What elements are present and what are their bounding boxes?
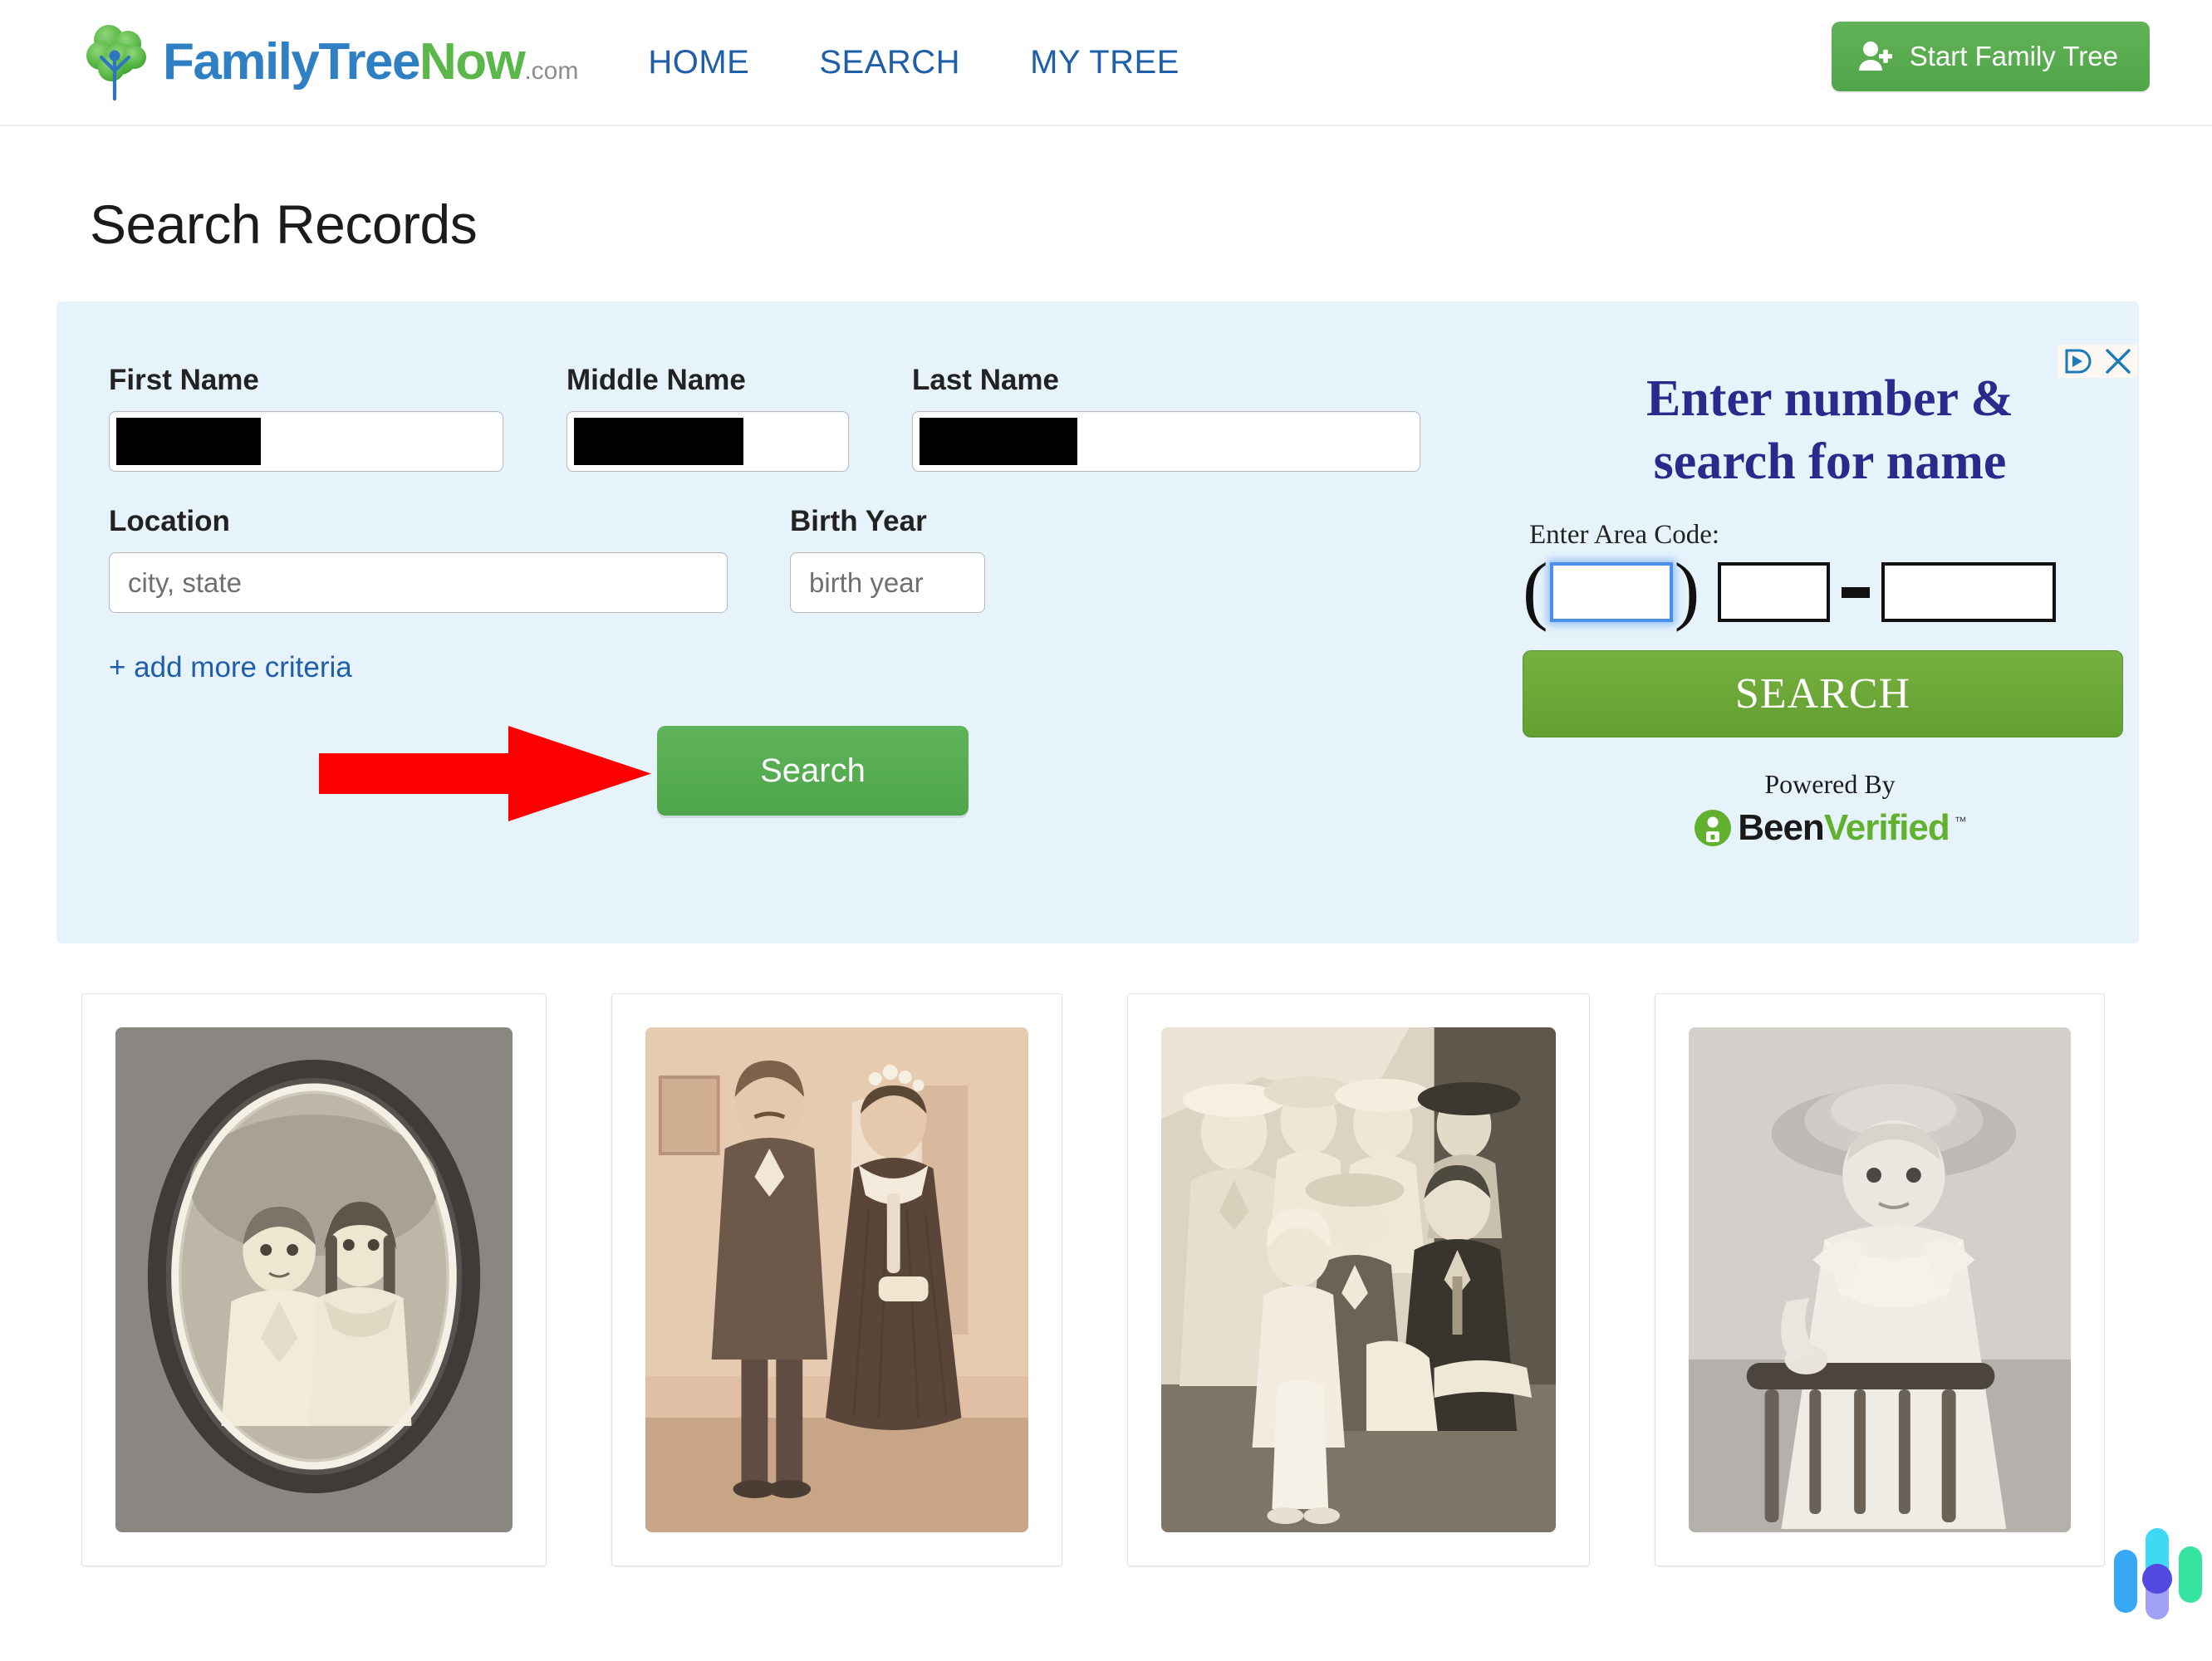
page-title: Search Records	[90, 194, 478, 255]
birth-year-label: Birth Year	[790, 505, 927, 537]
first-name-field-group: First Name	[109, 364, 503, 472]
nav-search[interactable]: SEARCH	[819, 44, 960, 81]
nav-home[interactable]: HOME	[648, 44, 749, 81]
logo-text-green: Now	[419, 33, 526, 91]
open-paren: (	[1523, 547, 1548, 633]
ad-area-code-input[interactable]	[1549, 562, 1673, 623]
last-name-label: Last Name	[912, 364, 1060, 396]
user-plus-icon	[1856, 38, 1893, 75]
start-family-tree-button[interactable]: Start Family Tree	[1831, 22, 2150, 91]
first-name-input-holder	[109, 411, 503, 472]
photo-card[interactable]	[1655, 993, 2105, 1566]
site-header: FamilyTreeNow.com HOME SEARCH MY TREE St…	[0, 0, 2212, 126]
search-records-panel: First Name Middle Name Last Name Locatio…	[56, 301, 2139, 943]
ad-headline: Enter number & search for name	[1523, 350, 2137, 493]
nav-my-tree[interactable]: MY TREE	[1030, 44, 1180, 81]
ad-close-icon[interactable]	[2104, 347, 2132, 375]
add-more-criteria-link[interactable]: + add more criteria	[109, 651, 352, 684]
name-fields-row: First Name Middle Name Last Name	[109, 364, 1438, 472]
middle-name-field-group: Middle Name	[566, 364, 849, 472]
middle-name-label: Middle Name	[566, 364, 746, 396]
beenverified-mark-icon	[1693, 808, 1733, 848]
photo-toddler-in-hat	[1689, 1027, 2071, 1532]
start-family-tree-label: Start Family Tree	[1909, 41, 2118, 71]
search-submit-button[interactable]: Search	[657, 726, 969, 816]
first-name-input[interactable]	[109, 411, 503, 472]
ad-phone-line-input[interactable]	[1881, 562, 2057, 623]
photo-family-group	[1161, 1027, 1556, 1532]
main-navigation: HOME SEARCH MY TREE	[648, 44, 1180, 81]
ad-powered-by-label: Powered By	[1764, 769, 1896, 800]
birth-year-field-group: Birth Year	[790, 505, 985, 613]
site-logo[interactable]: FamilyTreeNow.com	[81, 22, 578, 102]
birth-year-input[interactable]	[790, 552, 985, 613]
beenverified-verified: Verified	[1823, 807, 1950, 849]
photo-card[interactable]	[81, 993, 547, 1566]
ad-phone-input-row: ( )	[1523, 547, 2137, 633]
tree-logo-icon	[81, 22, 158, 102]
location-input[interactable]	[109, 552, 728, 613]
vintage-photo-gallery	[81, 993, 2212, 1566]
phone-dash-separator	[1842, 586, 1871, 598]
advertisement-unit: Enter number & search for name Enter Are…	[1523, 345, 2137, 848]
beenverified-been: Been	[1738, 807, 1825, 849]
first-name-label: First Name	[109, 364, 259, 396]
close-paren: )	[1674, 547, 1700, 633]
middle-name-input-holder	[566, 411, 849, 472]
logo-wordmark: FamilyTreeNow.com	[163, 37, 578, 88]
location-field-group: Location	[109, 505, 728, 613]
ad-badge-group	[2058, 345, 2137, 378]
photo-card[interactable]	[611, 993, 1062, 1566]
ad-headline-line-2: search for name	[1653, 433, 2007, 490]
chat-widget-icon[interactable]	[2114, 1520, 2212, 1628]
adchoices-icon[interactable]	[2062, 346, 2092, 376]
location-label: Location	[109, 505, 230, 537]
beenverified-logo: BeenVerified ™	[1523, 808, 2137, 848]
ad-phone-prefix-input[interactable]	[1718, 562, 1831, 623]
search-form: First Name Middle Name Last Name Locatio…	[109, 364, 1438, 826]
logo-text-blue: FamilyTree	[163, 33, 420, 91]
ad-search-button[interactable]: SEARCH	[1523, 650, 2123, 738]
last-name-input-holder	[912, 411, 1420, 472]
beenverified-wordmark: BeenVerified	[1738, 810, 1950, 846]
logo-text-dotcom: .com	[524, 57, 579, 85]
beenverified-trademark: ™	[1954, 815, 1967, 830]
last-name-field-group: Last Name	[912, 364, 1420, 472]
ad-headline-line-1: Enter number &	[1646, 370, 2014, 427]
photo-wedding-couple	[645, 1027, 1028, 1532]
photo-card[interactable]	[1127, 993, 1590, 1566]
location-birth-row: Location Birth Year	[109, 505, 1438, 613]
photo-two-children-oval-frame	[115, 1027, 513, 1532]
last-name-input[interactable]	[912, 411, 1420, 472]
middle-name-input[interactable]	[566, 411, 849, 472]
ad-area-code-label: Enter Area Code:	[1529, 520, 1720, 551]
search-submit-row: Search	[109, 718, 1438, 826]
